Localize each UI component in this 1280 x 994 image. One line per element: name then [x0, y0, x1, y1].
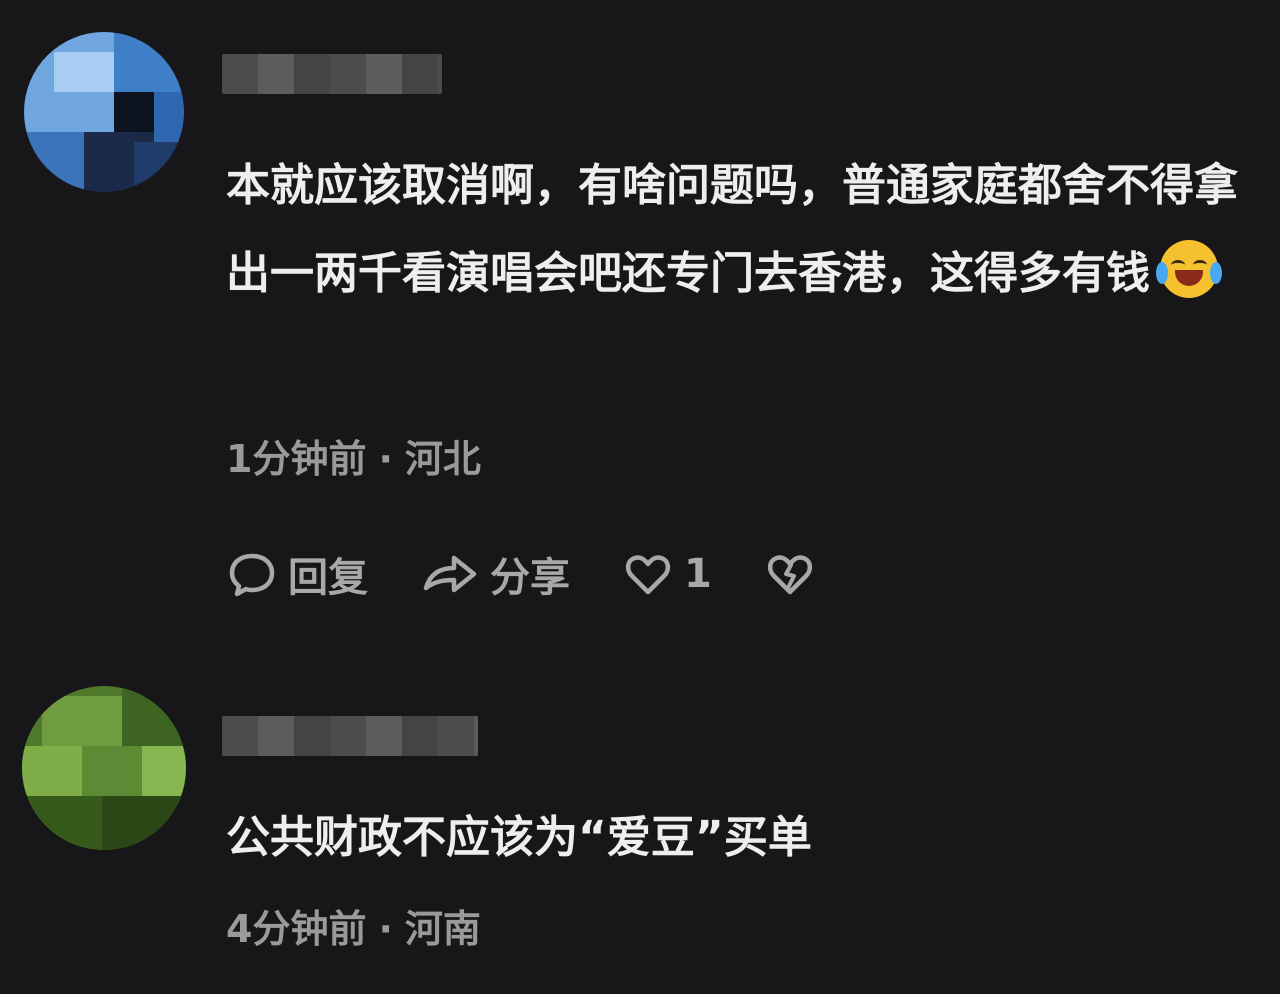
avatar[interactable] [24, 32, 184, 192]
like-button[interactable]: 1 [622, 548, 712, 600]
comment-time: 1分钟前 [226, 437, 367, 481]
share-button[interactable]: 分享 [420, 545, 570, 603]
heart-icon [625, 555, 671, 595]
comment-text-content: 本就应该取消啊，有啥问题吗，普通家庭都舍不得拿出一两千看演唱会吧还专门去香港，这… [226, 160, 1238, 299]
dislike-button[interactable] [764, 548, 826, 600]
avatar[interactable] [22, 686, 186, 850]
comment-location: 河北 [404, 437, 481, 481]
like-count: 1 [684, 551, 712, 597]
comment-item: 本就应该取消啊，有啥问题吗，普通家庭都舍不得拿出一两千看演唱会吧还专门去香港，这… [0, 0, 1280, 640]
username-blurred[interactable] [222, 54, 442, 94]
comment-text: 公共财政不应该为“爱豆”买单 [226, 794, 1256, 882]
comment-time: 4分钟前 [226, 907, 367, 951]
share-label: 分享 [490, 555, 570, 601]
comment-location: 河南 [404, 907, 481, 951]
reply-button[interactable]: 回复 [226, 545, 368, 603]
broken-heart-icon [767, 555, 812, 595]
username-blurred[interactable] [222, 716, 478, 756]
meta-separator: · [378, 437, 393, 481]
comment-actions: 回复 分享 1 [226, 544, 826, 604]
comment-text-content: 公共财政不应该为“爱豆”买单 [226, 812, 812, 863]
comment-text: 本就应该取消啊，有啥问题吗，普通家庭都舍不得拿出一两千看演唱会吧还专门去香港，这… [226, 142, 1256, 318]
meta-separator: · [378, 907, 393, 951]
comment-bubble-icon [229, 553, 275, 597]
share-arrow-icon [423, 555, 477, 593]
comment-meta: 1分钟前 · 河北 [226, 428, 481, 483]
crying-laughing-emoji-icon [1156, 240, 1222, 298]
comment-item: 公共财政不应该为“爱豆”买单 4分钟前 · 河南 [0, 660, 1280, 994]
reply-label: 回复 [288, 555, 368, 601]
comment-meta: 4分钟前 · 河南 [226, 898, 481, 953]
